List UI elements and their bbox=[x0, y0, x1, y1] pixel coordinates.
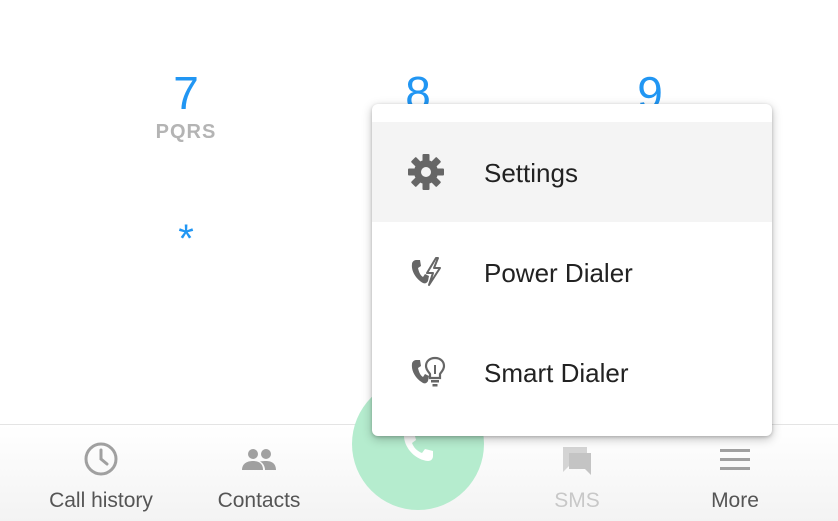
contacts-icon bbox=[242, 449, 276, 470]
nav-item-sms[interactable]: SMS bbox=[497, 425, 657, 521]
smart-dialer-icon bbox=[411, 356, 446, 387]
menu-item-smart-dialer[interactable]: Smart Dialer bbox=[372, 322, 772, 422]
nav-item-call-history[interactable]: Call history bbox=[21, 425, 181, 521]
menu-icon bbox=[720, 449, 750, 470]
nav-label: Call history bbox=[49, 489, 153, 512]
menu-item-label: Settings bbox=[484, 158, 578, 188]
clock-icon bbox=[84, 442, 118, 476]
power-dialer-icon bbox=[411, 257, 441, 286]
nav-item-more[interactable]: More bbox=[655, 425, 815, 521]
key-digit: * bbox=[178, 217, 194, 261]
menu-item-label: Smart Dialer bbox=[484, 358, 629, 388]
keypad-key-7[interactable]: 7 PQRS bbox=[96, 70, 276, 144]
menu-item-power-dialer[interactable]: Power Dialer bbox=[372, 222, 772, 322]
key-digit: 7 bbox=[173, 67, 199, 119]
overflow-menu: Settings Power Dialer Smart Dialer bbox=[372, 104, 772, 436]
nav-label: SMS bbox=[554, 489, 600, 512]
dialer-screen: 7 PQRS 8 9 * Call history Contacts SMS M… bbox=[0, 0, 838, 521]
menu-item-settings[interactable]: Settings bbox=[372, 122, 772, 222]
menu-item-label: Power Dialer bbox=[484, 258, 633, 288]
sms-icon bbox=[563, 447, 591, 475]
nav-item-contacts[interactable]: Contacts bbox=[179, 425, 339, 521]
key-letters: PQRS bbox=[155, 121, 217, 143]
gear-icon bbox=[408, 154, 444, 190]
keypad-key-star[interactable]: * bbox=[96, 216, 276, 262]
nav-label: Contacts bbox=[217, 489, 301, 512]
nav-label: More bbox=[711, 489, 759, 512]
